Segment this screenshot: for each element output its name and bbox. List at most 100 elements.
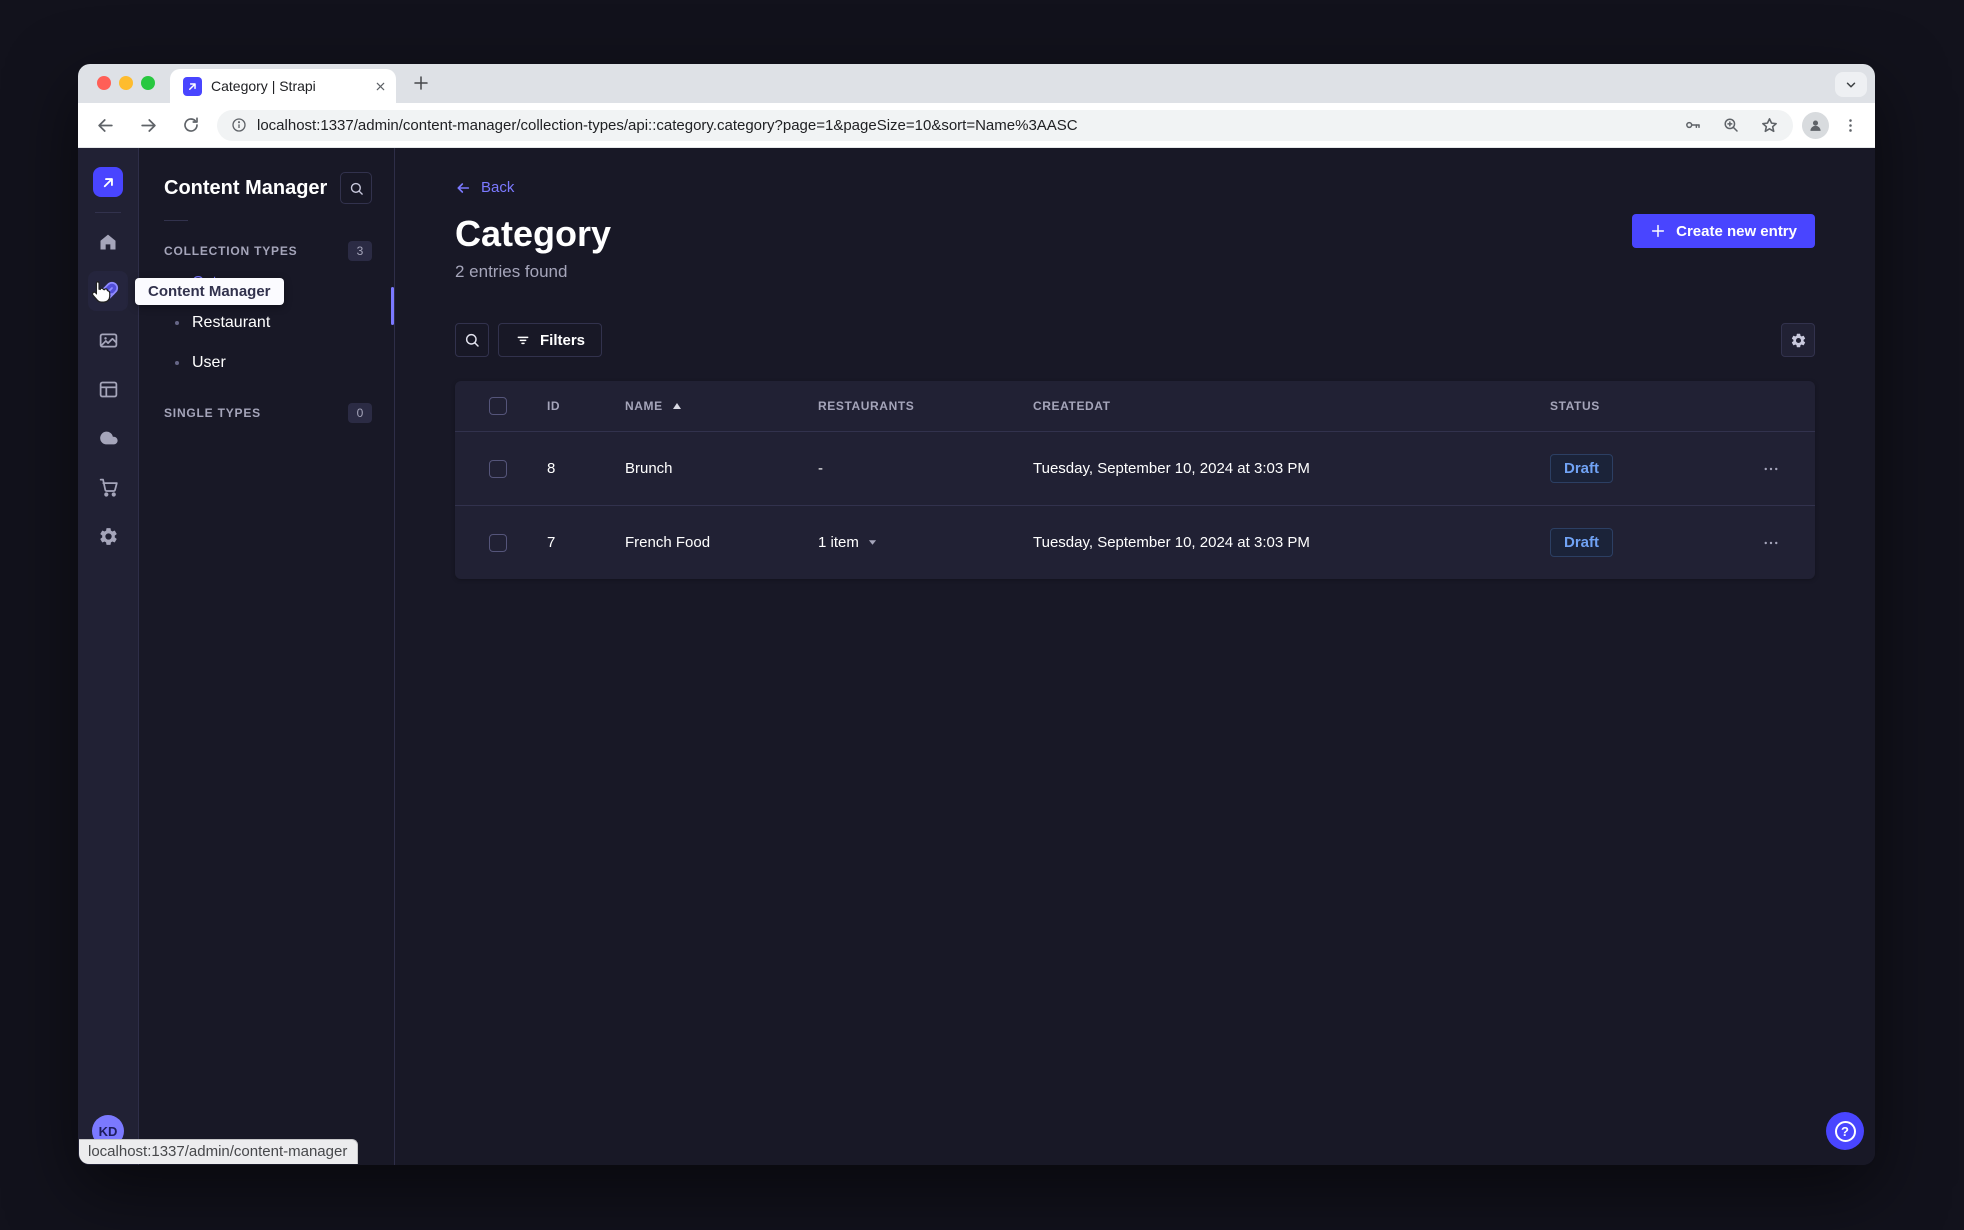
browser-window: Category | Strapi localhost:1337/admin/c…	[78, 64, 1875, 1165]
cell-restaurants: -	[818, 460, 823, 477]
status-badge: Draft	[1550, 528, 1614, 557]
cell-restaurants[interactable]: 1 item	[818, 534, 1033, 551]
cell-name: French Food	[625, 534, 711, 551]
main-content: Back Category 2 entries found Create new…	[395, 148, 1875, 1165]
cell-name: Brunch	[625, 460, 673, 477]
cell-createdat: Tuesday, September 10, 2024 at 3:03 PM	[1033, 534, 1310, 551]
site-info-icon[interactable]	[231, 117, 247, 133]
browser-profile-avatar[interactable]	[1802, 111, 1829, 139]
content-manager-tooltip: Content Manager	[135, 278, 284, 305]
sidebar-item-content-type-builder[interactable]	[88, 369, 128, 409]
window-controls	[97, 76, 155, 90]
filter-icon	[515, 332, 531, 348]
table-header-row: ID NAME RESTAURANTS CREATEDAT STATUS	[455, 381, 1815, 431]
column-header-restaurants[interactable]: RESTAURANTS	[818, 399, 1033, 413]
url-text[interactable]: localhost:1337/admin/content-manager/col…	[257, 117, 1664, 134]
strapi-favicon-icon	[183, 76, 202, 96]
back-link[interactable]: Back	[455, 179, 514, 196]
subnav-search-button[interactable]	[340, 172, 372, 204]
rail-divider	[95, 212, 121, 213]
reload-icon[interactable]	[174, 108, 208, 142]
search-entries-button[interactable]	[455, 323, 489, 357]
address-bar[interactable]: localhost:1337/admin/content-manager/col…	[217, 109, 1793, 141]
strapi-admin-app: KD Content Manager COLLECTION TYPES 3 Re…	[78, 148, 1875, 1165]
tab-title: Category | Strapi	[211, 78, 316, 94]
create-new-entry-button[interactable]: Create new entry	[1632, 214, 1815, 248]
minimize-window-button[interactable]	[119, 76, 133, 90]
sidebar-item-restaurant[interactable]: Restaurant	[139, 303, 394, 343]
back-navigation-icon[interactable]	[88, 108, 122, 142]
active-item-indicator	[391, 287, 394, 325]
collection-types-count-badge: 3	[348, 241, 372, 261]
mouse-cursor	[90, 280, 112, 304]
table-row[interactable]: 7 French Food 1 item Tuesday, September …	[455, 505, 1815, 579]
sidebar-item-cloud[interactable]	[88, 418, 128, 458]
entries-count: 2 entries found	[455, 262, 568, 281]
row-actions-menu-icon[interactable]	[1762, 534, 1780, 552]
browser-status-bar: localhost:1337/admin/content-manager	[79, 1139, 359, 1164]
status-badge: Draft	[1550, 454, 1614, 483]
zoom-window-button[interactable]	[141, 76, 155, 90]
home-icon	[98, 232, 118, 252]
entries-table: ID NAME RESTAURANTS CREATEDAT STATUS 8 B…	[455, 381, 1815, 579]
column-header-name[interactable]: NAME	[625, 399, 818, 413]
sidebar-item-media-library[interactable]	[88, 320, 128, 360]
page-title: Category	[455, 213, 612, 254]
close-window-button[interactable]	[97, 76, 111, 90]
filters-button[interactable]: Filters	[498, 323, 603, 357]
strapi-logo[interactable]	[93, 167, 123, 197]
zoom-page-icon[interactable]	[1722, 116, 1740, 134]
sidebar-item-label: Restaurant	[192, 314, 271, 331]
bookmark-star-icon[interactable]	[1760, 116, 1779, 135]
gear-icon	[98, 526, 119, 547]
table-row[interactable]: 8 Brunch - Tuesday, September 10, 2024 a…	[455, 431, 1815, 505]
column-header-id[interactable]: ID	[547, 399, 625, 413]
column-header-createdat[interactable]: CREATEDAT	[1033, 399, 1550, 413]
search-icon	[349, 181, 364, 196]
column-header-status[interactable]: STATUS	[1550, 399, 1740, 413]
filters-label: Filters	[540, 331, 586, 349]
cell-id: 7	[547, 534, 556, 551]
sidebar-item-home[interactable]	[88, 222, 128, 262]
row-actions-menu-icon[interactable]	[1762, 460, 1780, 478]
single-types-count-badge: 0	[348, 403, 372, 423]
password-manager-icon[interactable]	[1684, 116, 1702, 134]
content-type-builder-icon	[98, 379, 119, 400]
media-library-icon	[98, 330, 119, 351]
subnav-divider	[164, 220, 188, 221]
cloud-icon	[97, 427, 119, 449]
search-tabs-button[interactable]	[1835, 72, 1867, 97]
chevron-down-icon	[867, 538, 878, 547]
gear-icon	[1790, 332, 1807, 349]
bullet-icon	[175, 361, 179, 365]
browser-menu-icon[interactable]	[1838, 108, 1862, 142]
bullet-icon	[175, 321, 179, 325]
new-tab-button[interactable]	[412, 74, 430, 92]
subnav-title: Content Manager	[164, 176, 328, 199]
sort-ascending-icon	[671, 401, 683, 411]
browser-toolbar: localhost:1337/admin/content-manager/col…	[78, 103, 1875, 148]
shopping-cart-icon	[98, 477, 119, 498]
row-checkbox[interactable]	[489, 459, 507, 478]
select-all-checkbox[interactable]	[489, 397, 507, 415]
sidebar-item-marketplace[interactable]	[88, 467, 128, 507]
collection-types-label: COLLECTION TYPES	[164, 244, 298, 258]
create-new-entry-label: Create new entry	[1676, 222, 1797, 240]
row-checkbox[interactable]	[489, 533, 507, 552]
arrow-left-icon	[455, 180, 471, 196]
question-mark-icon: ?	[1834, 1120, 1856, 1142]
cell-id: 8	[547, 460, 556, 477]
sidebar-item-label: User	[192, 354, 226, 371]
tab-close-icon[interactable]	[375, 81, 386, 92]
forward-navigation-icon[interactable]	[131, 108, 165, 142]
search-icon	[464, 332, 480, 348]
view-settings-button[interactable]	[1781, 323, 1815, 357]
browser-tab[interactable]: Category | Strapi	[170, 69, 396, 103]
back-label: Back	[481, 179, 515, 196]
plus-icon	[1650, 223, 1666, 239]
sidebar-item-user[interactable]: User	[139, 343, 394, 383]
sidebar-item-settings[interactable]	[88, 516, 128, 556]
browser-tab-strip: Category | Strapi	[78, 64, 1875, 103]
help-button[interactable]: ?	[1826, 1112, 1864, 1150]
cell-createdat: Tuesday, September 10, 2024 at 3:03 PM	[1033, 460, 1310, 477]
